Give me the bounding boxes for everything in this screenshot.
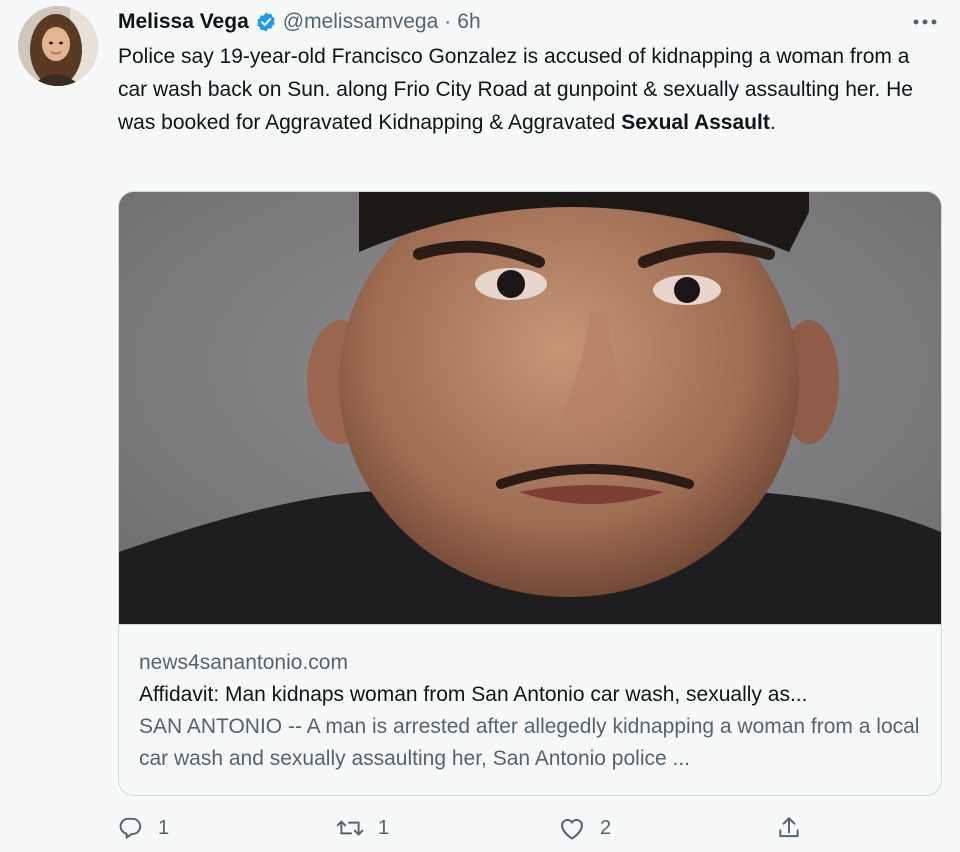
tweet-text: Police say 19-year-old Francisco Gonzale…	[118, 40, 938, 139]
card-body: news4sanantonio.com Affidavit: Man kidna…	[119, 624, 941, 775]
tweet-text-bold: Sexual Assault	[621, 111, 770, 134]
retweet-count: 1	[378, 816, 390, 839]
card-image[interactable]	[119, 192, 941, 624]
like-count: 2	[600, 816, 612, 839]
more-dots-icon	[913, 19, 937, 25]
timestamp[interactable]: 6h	[457, 9, 480, 35]
card-title: Affidavit: Man kidnaps woman from San An…	[139, 683, 808, 706]
retweet-button[interactable]: 1	[336, 810, 389, 846]
card-domain: news4sanantonio.com	[139, 651, 348, 674]
display-name[interactable]: Melissa Vega	[118, 9, 249, 35]
verified-badge-icon	[255, 11, 277, 33]
share-icon	[779, 817, 799, 838]
mugshot-photo	[119, 192, 941, 624]
reply-icon	[119, 817, 142, 839]
avatar-photo	[18, 6, 98, 86]
like-icon	[561, 818, 583, 840]
share-button[interactable]	[776, 810, 802, 846]
tweet-text-body: Police say 19-year-old Francisco Gonzale…	[118, 45, 913, 134]
tweet: Melissa Vega @melissamvega · 6h Police s…	[0, 0, 960, 852]
tweet-text-end: .	[769, 111, 776, 134]
reply-button[interactable]: 1	[118, 810, 169, 846]
retweet-icon	[336, 820, 364, 836]
handle[interactable]: @melissamvega	[283, 9, 439, 35]
like-button[interactable]: 2	[558, 810, 611, 846]
card-description: SAN ANTONIO -- A man is arrested after a…	[139, 715, 920, 770]
separator-dot: ·	[444, 10, 452, 33]
more-options-button[interactable]	[908, 8, 942, 36]
avatar[interactable]	[18, 6, 98, 86]
tweet-header: Melissa Vega @melissamvega · 6h	[118, 8, 481, 36]
reply-count: 1	[158, 816, 170, 839]
tweet-actions: 1 1 2	[118, 810, 818, 846]
link-card[interactable]: news4sanantonio.com Affidavit: Man kidna…	[118, 191, 942, 796]
